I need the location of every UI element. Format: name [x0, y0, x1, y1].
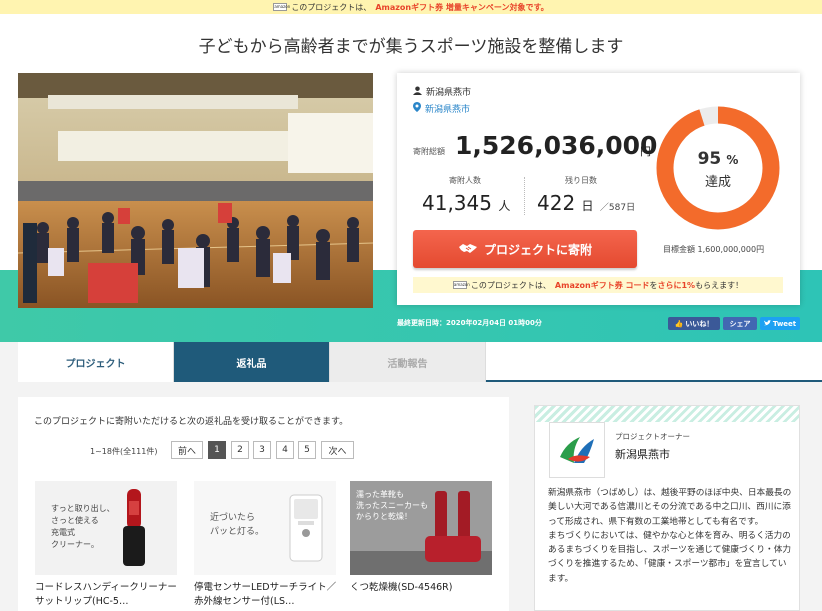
banner-text: このプロジェクトは、	[291, 2, 372, 12]
owner-name: 新潟県燕市	[426, 88, 472, 98]
reward-name[interactable]: 停電センサーLEDサーチライト／赤外線センサー付(LS…	[194, 581, 344, 609]
stat-divider	[524, 177, 525, 215]
project-tabs: プロジェクト 返礼品 活動報告	[18, 342, 822, 382]
gift-notice[interactable]: amazon このプロジェクトは、 Amazonギフト券 コード を さらに1%…	[413, 277, 783, 293]
tab-project[interactable]: プロジェクト	[18, 342, 174, 382]
rewards-intro: このプロジェクトに寄附いただけると次の返礼品を受け取ることができます。	[34, 417, 349, 427]
handshake-icon	[458, 242, 478, 257]
led-searchlight-icon	[289, 494, 323, 562]
owner-panel-name[interactable]: 新潟県燕市	[615, 446, 670, 462]
person-icon	[413, 85, 422, 98]
amount-label: 寄附総額	[413, 147, 445, 156]
amazon-logo: amazon	[452, 281, 470, 289]
pager-page-2[interactable]: 2	[231, 441, 249, 459]
days-total: ／587日	[599, 203, 636, 213]
achieved-label: 達成	[704, 175, 731, 190]
thumbs-up-icon: 👍	[674, 319, 684, 328]
gift-text-before: このプロジェクトは、	[470, 280, 551, 290]
amount-unit: 円	[640, 145, 651, 158]
owner-panel: プロジェクトオーナー 新潟県燕市 新潟県燕市（つばめし）は、越後平野のほぼ中央、…	[534, 405, 800, 611]
reward-item-image[interactable]: すっと取り出し、 さっと使える 充電式 クリーナー。	[35, 481, 177, 575]
gift-highlight-2: さらに1%	[657, 280, 696, 290]
like-button[interactable]: 👍 いいね！	[668, 317, 720, 330]
like-label: いいね！	[685, 319, 714, 328]
pager-page-4[interactable]: 4	[276, 441, 294, 459]
owner-line[interactable]: 新潟県燕市	[413, 85, 471, 98]
amazon-logo: amazon	[273, 3, 291, 11]
location-link[interactable]: 新潟県燕市	[413, 102, 470, 115]
progress-donut: 95 % 達成	[655, 105, 781, 231]
pager-next[interactable]: 次へ	[321, 441, 354, 459]
owner-description: 新潟県燕市（つばめし）は、越後平野のほぼ中央、日本最長の美しい大河である信濃川と…	[548, 488, 792, 584]
donate-button-label: プロジェクトに寄附	[483, 242, 592, 257]
map-pin-icon	[413, 102, 421, 115]
city-logo[interactable]	[549, 422, 605, 478]
last-updated: 最終更新日時：2020年02月04日 01時00分	[397, 319, 542, 327]
cordless-cleaner-icon	[123, 489, 145, 566]
reward-name[interactable]: コードレスハンディークリーナー サットリップ(HC-5…	[35, 581, 185, 609]
reward-item-image[interactable]: 近づいたら パッと灯る。	[194, 481, 336, 575]
tweet-label: Tweet	[772, 319, 797, 328]
twitter-bird-icon	[763, 319, 771, 328]
gift-highlight: Amazonギフト券 コード	[554, 280, 650, 290]
funding-card: 新潟県燕市 新潟県燕市 寄附総額 1,526,036,000 円 寄附人数 41…	[397, 73, 800, 305]
reward-name[interactable]: くつ乾燥機(SD-4546R)	[350, 581, 500, 595]
donors-count: 41,345 人	[422, 191, 510, 215]
days-label: 残り日数	[565, 176, 597, 185]
share-label: シェア	[729, 319, 751, 328]
location-text: 新潟県燕市	[425, 105, 471, 115]
percent-sign: %	[726, 153, 739, 167]
donut-label: 95 % 達成	[655, 149, 781, 190]
project-photo	[18, 73, 373, 308]
banner-highlight: Amazonギフト券 増量キャンペーン対象です。	[375, 2, 549, 12]
tab-activity[interactable]: 活動報告	[330, 342, 486, 382]
page-title: 子どもから高齢者までが集うスポーツ施設を整備します	[198, 37, 624, 57]
days-value: 422	[537, 191, 576, 215]
reward-item-image[interactable]: 濡った革靴も 洗ったスニーカーも からりと乾燥！	[350, 481, 492, 575]
tweet-button[interactable]: Tweet	[760, 317, 800, 330]
donors-unit: 人	[498, 199, 511, 213]
goal-amount: 目標金額 1,600,000,000円	[663, 245, 765, 254]
campaign-banner[interactable]: amazon このプロジェクトは、 Amazonギフト券 増量キャンペーン対象で…	[0, 0, 822, 14]
gift-text-after: もらえます！	[695, 280, 744, 290]
gift-text-middle: を	[649, 280, 658, 290]
days-unit: 日	[581, 199, 594, 213]
donate-button[interactable]: プロジェクトに寄附	[413, 230, 637, 268]
pager-page-5[interactable]: 5	[298, 441, 316, 459]
pager-prev[interactable]: 前へ	[171, 441, 203, 459]
rewards-count: 1~18件(全111件)	[90, 447, 158, 456]
days-remaining: 422 日 ／587日	[537, 191, 635, 215]
tab-rewards[interactable]: 返礼品	[174, 342, 330, 382]
amount-value: 1,526,036,000	[455, 131, 658, 160]
donors-label: 寄附人数	[449, 176, 481, 185]
pager-page-1[interactable]: 1	[208, 441, 226, 459]
percent-value: 95	[697, 149, 722, 169]
share-button[interactable]: シェア	[723, 317, 757, 330]
owner-role: プロジェクトオーナー	[615, 432, 690, 441]
rewards-panel: このプロジェクトに寄附いただけると次の返礼品を受け取ることができます。 1~18…	[18, 397, 509, 611]
shoe-dryer-icon	[350, 491, 492, 575]
pager-page-3[interactable]: 3	[253, 441, 271, 459]
donors-value: 41,345	[422, 191, 492, 215]
stripe-decoration	[535, 406, 799, 422]
